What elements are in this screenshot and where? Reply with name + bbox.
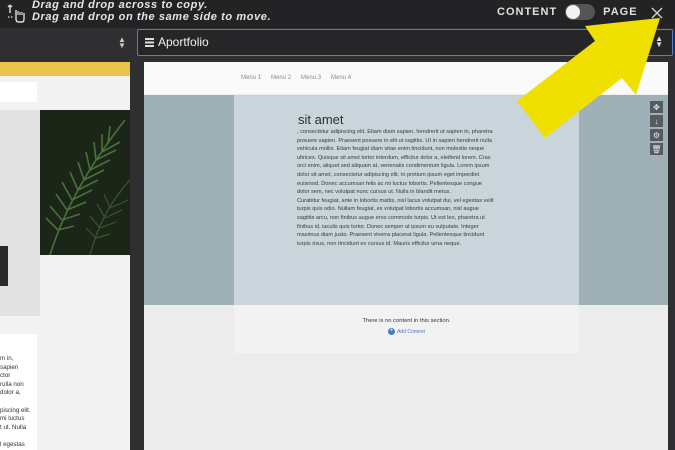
instruction-move: Drag and drop on the same side to move.	[32, 10, 272, 23]
site-menu: Menu 1 Menu 2 Menu 3 Menu 4	[241, 75, 351, 81]
right-page-select[interactable]: Aportfolio ▲ ▼	[137, 29, 673, 56]
body-line: vehicula mollis. Etiam feugiat diam vita…	[297, 146, 485, 153]
chevron-updown-icon: ▲ ▼	[655, 34, 663, 49]
preview-text: m in, sapien ctor rulla non dolor a, pis…	[0, 355, 40, 450]
body-line: dolor sit amet, consectetur adipiscing e…	[297, 171, 480, 178]
text-line	[0, 398, 40, 407]
menu-item[interactable]: Menu 3	[301, 75, 321, 81]
body-line: finibus id, iaculis quis tortor. Donec s…	[297, 223, 479, 230]
toggle-label-content: CONTENT	[497, 6, 558, 18]
menu-item[interactable]: Menu 2	[271, 75, 291, 81]
chevron-updown-icon: ▲ ▼	[118, 35, 126, 50]
list-icon	[145, 38, 154, 47]
site-header: Menu 1 Menu 2 Menu 3 Menu 4	[144, 62, 668, 94]
body-line: posuere sapien. Praesent posuere in elit…	[297, 137, 492, 144]
menu-item[interactable]: Menu 4	[331, 75, 351, 81]
body-line: sagittis arcu, non finibus augue eros co…	[297, 214, 485, 221]
text-line: t ut. Nulla	[0, 423, 27, 431]
empty-section: There is no content in this section. + Ad…	[234, 305, 579, 353]
trash-icon[interactable]: 🗑	[650, 143, 663, 155]
move-icon[interactable]: ✥	[650, 101, 663, 113]
text-line: rulla non	[0, 380, 24, 388]
plus-icon: +	[388, 328, 396, 335]
body-line: turpis quis odio. Nullam feugiat, ex vol…	[297, 206, 479, 213]
content-page-toggle[interactable]	[565, 4, 596, 20]
target-page-preview[interactable]: Menu 1 Menu 2 Menu 3 Menu 4 sit amet , c…	[144, 62, 668, 450]
gear-icon[interactable]: ⚙	[650, 129, 663, 141]
text-line: mi luctus	[0, 415, 25, 423]
text-line	[0, 432, 40, 441]
body-line: dolor sem, nec volutpat nunc cursus ut. …	[297, 189, 451, 196]
left-page-select[interactable]: ▲ ▼	[0, 31, 130, 55]
body-line: orci enim, aliquet sed aliquam at, venen…	[297, 163, 490, 170]
body-line: turpis risus, non tincidunt ex cursus id…	[297, 240, 462, 247]
arrow-down-icon[interactable]: ↓	[650, 115, 663, 127]
close-icon[interactable]	[647, 3, 667, 23]
content-page-toggle-group: CONTENT PAGE	[497, 4, 638, 20]
screen: Drag and drop across to copy. Drag and d…	[0, 0, 675, 450]
add-content-label: Add Content	[397, 328, 425, 335]
body-line: euismod. Donec accumsan felis ac mi luct…	[297, 180, 483, 187]
body-line: ultrices. Quisque sit amet tortor interd…	[297, 154, 491, 161]
text-line: m in,	[0, 355, 14, 362]
section-tools: ✥ ↓ ⚙ 🗑	[650, 101, 663, 157]
text-line: sapien	[0, 363, 19, 371]
white-block	[0, 82, 37, 102]
text-line: l egestas	[0, 440, 25, 448]
text-line: piscing elit.	[0, 406, 31, 414]
top-bar: Drag and drop across to copy. Drag and d…	[0, 0, 675, 28]
text-line: ctor	[0, 372, 11, 380]
fern-image	[40, 110, 130, 255]
body-line: Curabitur feugiat, ante in lobortis matt…	[297, 197, 494, 204]
header-strip	[0, 62, 130, 76]
body-line: , consectetur adipiscing elit. Etiam dia…	[297, 129, 493, 135]
body-line: maximus diam justo. Praesent viverra pla…	[297, 232, 485, 239]
image-dark-edge	[0, 246, 8, 286]
toggle-label-page: PAGE	[603, 6, 638, 18]
toggle-knob	[566, 5, 581, 19]
source-page-preview[interactable]: m in, sapien ctor rulla non dolor a, pis…	[0, 62, 130, 450]
menu-item[interactable]: Menu 1	[241, 75, 261, 81]
empty-section-note: There is no content in this section.	[362, 318, 451, 324]
drag-move-icon	[7, 4, 25, 23]
add-content-button[interactable]: + Add Content	[234, 328, 579, 335]
text-line: dolor a,	[0, 389, 21, 397]
right-select-value: Aportfolio	[158, 35, 209, 49]
section-title: sit amet	[298, 112, 344, 127]
section-body: , consectetur adipiscing elit. Etiam dia…	[297, 128, 517, 248]
selector-bar: ▲ ▼ Aportfolio ▲ ▼	[0, 28, 675, 58]
instruction-copy: Drag and drop across to copy.	[32, 0, 208, 11]
instructions: Drag and drop across to copy. Drag and d…	[32, 0, 271, 23]
